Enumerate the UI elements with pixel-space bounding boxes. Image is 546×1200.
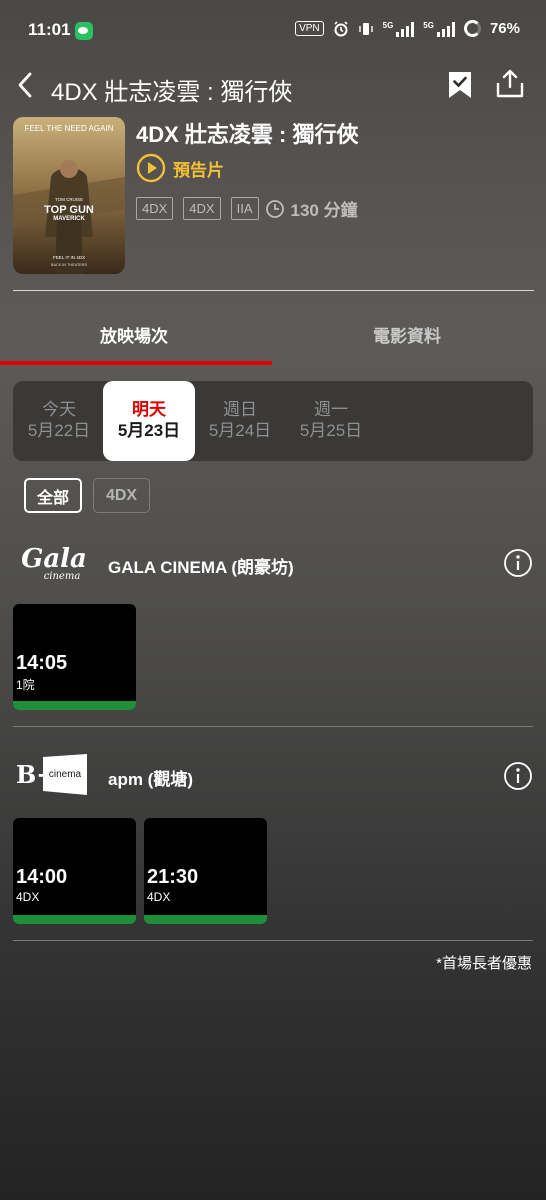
poster-logo-sub: MAVERICK [53,216,85,222]
app-header: 4DX 壯志凌雲 : 獨行俠 [0,60,546,112]
clock-icon [265,199,284,218]
battery-icon [463,20,481,37]
gala-cinema-logo: Gala cinema [21,544,87,582]
wechat-icon [75,22,93,40]
showtime-time: 14:05 [16,652,68,674]
seat-availability-bar [144,915,267,924]
info-icon[interactable] [503,761,533,791]
poster-release: BACK IN THEATERS [51,263,88,267]
rating-tag: IIA [230,197,259,220]
poster-format: FEEL IT IN 4DX [53,255,85,260]
trailer-label: 預告片 [173,160,224,180]
alarm-icon [334,20,348,36]
status-time: 11:01 [28,20,71,39]
movie-poster[interactable]: FEEL THE NEED AGAIN TOM CRUISE TOP GUN M… [13,117,125,274]
battery-percent: 76% [489,20,520,37]
divider [13,940,533,941]
status-icons: VPN 5G 5G 76% [295,20,520,37]
showtime-card[interactable]: 14:00 4DX [13,818,136,924]
poster-tagline: FEEL THE NEED AGAIN [25,124,114,133]
runtime: 130 分鐘 [290,201,358,220]
showtime-card[interactable]: 14:05 1院 [13,604,136,710]
seat-availability-bar [13,701,136,710]
showtime-time: 14:00 [16,866,68,888]
movie-title: 4DX 壯志凌雲 : 獨行俠 [136,122,359,147]
trailer-button[interactable]: 預告片 [136,153,224,183]
bookmark-check-icon[interactable] [446,70,474,100]
format-tag: 4DX [183,197,221,220]
date-sunday[interactable]: 週日 5月24日 [194,381,286,461]
vibrate-icon [358,22,373,35]
date-selector: 今天 5月22日 明天 5月23日 週日 5月24日 週一 5月25日 [13,381,533,461]
signal-icon: 5G [383,21,415,37]
back-arrow-icon[interactable] [12,70,40,100]
svg-text:cinema: cinema [49,769,82,780]
b-plus-cinema-logo: B+ cinema [16,754,87,795]
poster-actor: TOM CRUISE [55,197,83,202]
showtime-hall: 4DX [147,890,171,904]
filter-4dx-button[interactable]: 4DX [93,478,150,513]
cinema-name[interactable]: apm (觀塘) [108,765,193,790]
senior-discount-note: *首場長者優惠 [436,955,532,972]
showtime-card[interactable]: 21:30 4DX [144,818,267,924]
vpn-badge: VPN [295,21,324,36]
divider [13,290,534,291]
filter-all-button[interactable]: 全部 [24,478,82,513]
date-today[interactable]: 今天 5月22日 [13,381,105,461]
movie-tags: 4DX 4DX IIA 130 分鐘 [136,196,358,221]
showtime-hall: 1院 [16,678,35,692]
date-tomorrow[interactable]: 明天 5月23日 [103,381,195,461]
cinema-name[interactable]: GALA CINEMA (朗豪坊) [108,553,294,578]
tab-showtimes[interactable]: 放映場次 [100,322,168,347]
format-tag: 4DX [136,197,174,220]
date-monday[interactable]: 週一 5月25日 [285,381,377,461]
poster-logo: TOP GUN [44,204,94,216]
showtime-hall: 4DX [16,890,40,904]
info-icon[interactable] [503,548,533,578]
page-title: 4DX 壯志凌雲 : 獨行俠 [51,79,293,106]
divider [13,726,533,727]
seat-availability-bar [13,915,136,924]
showtime-time: 21:30 [147,866,199,888]
status-bar: 11:01 VPN 5G 5G 76% [0,0,546,60]
share-icon[interactable] [494,68,526,100]
tab-movie-info[interactable]: 電影資料 [373,322,441,347]
svg-text:cinema: cinema [44,571,81,582]
play-icon [136,153,166,183]
signal-icon-2: 5G [423,21,455,37]
svg-text:Gala: Gala [21,544,87,574]
active-tab-indicator [0,361,272,365]
